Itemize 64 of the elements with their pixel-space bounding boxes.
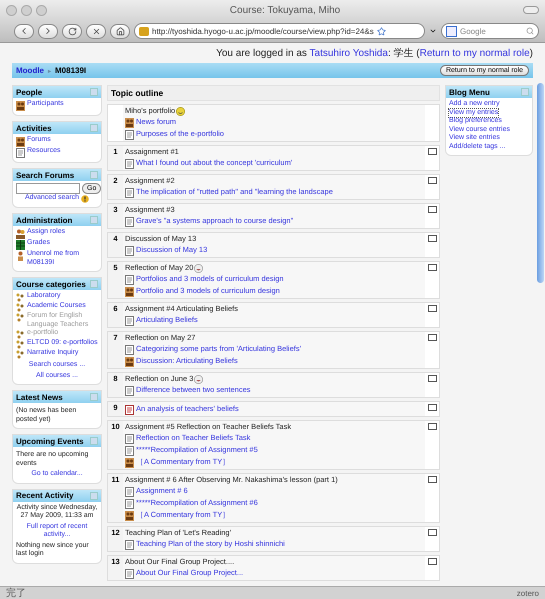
people-icon (125, 458, 134, 468)
search-engine-icon (446, 26, 457, 36)
block-title: Activities (16, 124, 53, 132)
user-link[interactable]: Tatsuhiro Yoshida (310, 48, 388, 59)
highlight-toggle-icon[interactable] (428, 305, 436, 312)
help-icon (81, 195, 90, 203)
home-button[interactable] (110, 24, 130, 38)
people-icon (125, 357, 134, 367)
search-field[interactable]: Google (441, 23, 539, 39)
block-title: Latest News (16, 392, 64, 402)
breadcrumb[interactable]: Moodle (16, 66, 44, 75)
people-icon (16, 229, 25, 239)
grid-icon (16, 240, 25, 250)
people-icon (16, 137, 25, 147)
zotero-label[interactable]: zotero (516, 588, 539, 598)
window-button[interactable] (36, 4, 47, 16)
close-icon (92, 26, 100, 36)
breadcrumb: M08139I (55, 66, 86, 75)
search-icon[interactable] (526, 27, 534, 35)
window-button[interactable] (21, 4, 32, 16)
document-icon (16, 148, 25, 158)
people-icon (125, 287, 134, 297)
highlight-toggle-icon[interactable] (428, 235, 436, 242)
section-heading: Topic outline (107, 85, 440, 101)
people-icon (16, 101, 25, 111)
window-button[interactable] (6, 4, 17, 16)
scrollbar[interactable] (537, 83, 544, 283)
back-button[interactable] (14, 24, 34, 38)
highlight-toggle-icon[interactable] (428, 334, 436, 341)
home-icon (116, 26, 124, 36)
toolbar-hide-icon[interactable] (523, 6, 539, 14)
highlight-toggle-icon[interactable] (428, 264, 436, 271)
smiley-icon (176, 106, 186, 116)
highlight-toggle-icon[interactable] (428, 529, 436, 536)
people-icon (125, 118, 134, 128)
address-field[interactable]: http://tyoshida.hyogo-u.ac.jp/moodle/course/view.php?id=24&s (134, 23, 425, 39)
url-text: http://tyoshida.hyogo-u.ac.jp/moodle/course/view.php?id=24&s (152, 26, 374, 36)
star-icon[interactable] (376, 26, 386, 36)
login-info: You are logged in as Tatsuhiro Yoshida: 学生 (Return to my normal role) (215, 46, 533, 60)
block-title: Upcoming Events (16, 436, 85, 446)
search-field[interactable] (16, 183, 80, 194)
person-icon (16, 251, 25, 261)
block-title: Blog Menu (449, 88, 491, 96)
return-role-link[interactable]: Return to my normal role (420, 48, 530, 59)
block-title: People (16, 88, 44, 96)
window-title: Course: Tokuyama, Miho (228, 4, 342, 16)
block-title: Search Forums (16, 170, 76, 180)
site-icon (139, 26, 149, 36)
dropdown-icon[interactable] (429, 27, 437, 35)
highlight-toggle-icon[interactable] (428, 476, 436, 483)
highlight-toggle-icon[interactable] (428, 423, 436, 430)
reload-icon (68, 26, 76, 36)
highlight-toggle-icon[interactable] (428, 375, 436, 382)
highlight-toggle-icon[interactable] (428, 177, 436, 184)
highlight-toggle-icon[interactable] (428, 206, 436, 213)
people-icon (125, 511, 134, 521)
block-title: Course categories (16, 280, 87, 288)
status-text: 完了 (6, 586, 26, 599)
highlight-toggle-icon[interactable] (428, 148, 436, 155)
highlight-toggle-icon[interactable] (428, 558, 436, 565)
block-title: Administration (16, 216, 74, 224)
highlight-toggle-icon[interactable] (428, 404, 436, 411)
block-title: Recent Activity (16, 491, 74, 500)
reload-button[interactable] (62, 24, 82, 38)
